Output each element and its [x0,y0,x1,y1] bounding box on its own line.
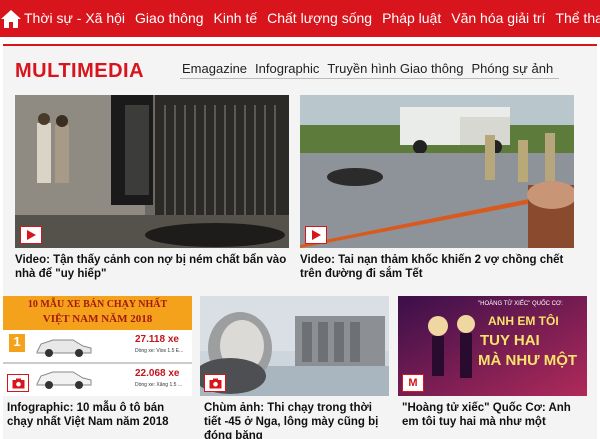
nav-item-phap-luat[interactable]: Pháp luật [377,0,446,37]
poster-line-2: TUY HAI [480,332,540,349]
nav-item-giao-thong[interactable]: Giao thông [130,0,209,37]
poster-line-3: MÀ NHƯ MỘT [478,352,578,369]
infographic-value-1: 27.118 xe [135,334,179,345]
card-caption[interactable]: Chùm ảnh: Thi chạy trong thời tiết -45 ở… [204,401,386,439]
infographic-rank-1: 1 [9,334,25,352]
nav-item-van-hoa[interactable]: Văn hóa giải trí [446,0,550,37]
infographic-note-1: Dòng xe: Vios 1.5 E... [135,348,184,354]
infographic-headline-2: VIỆT NAM NĂM 2018 [42,313,153,325]
subnav-phong-su-anh[interactable]: Phóng sự ảnh [469,61,560,79]
section-subnav: Emagazine Infographic Truyền hình Giao t… [180,61,560,79]
infographic-thumbnail[interactable]: 10 MẪU XE BÁN CHẠY NHẤT VIỆT NAM NĂM 201… [3,296,192,396]
infographic-value-2: 22.068 xe [135,368,180,379]
play-icon[interactable] [20,226,42,244]
subnav-infographic[interactable]: Infographic [253,61,326,79]
video-card[interactable]: Video: Tai nạn thảm khốc khiến 2 vợ chồn… [300,95,574,285]
nav-item-chat-luong-song[interactable]: Chất lượng sống [262,0,377,37]
camera-icon[interactable] [7,374,29,392]
emagazine-card[interactable]: "HOÀNG TỬ XIẾC" QUỐC CƠ: ANH EM TÔI TUY … [398,296,587,439]
video-caption[interactable]: Video: Tận thấy cảnh con nợ bị ném chất … [15,253,289,281]
poster-top-text: "HOÀNG TỬ XIẾC" QUỐC CƠ: [478,301,563,307]
poster-thumbnail[interactable]: "HOÀNG TỬ XIẾC" QUỐC CƠ: ANH EM TÔI TUY … [398,296,587,396]
nav-item-thoi-su[interactable]: Thời sự - Xã hội [22,0,130,37]
photo-thumbnail[interactable] [200,296,389,396]
video-thumbnail[interactable] [300,95,574,248]
section-title[interactable]: MULTIMEDIA [15,60,144,83]
nav-item-kinh-te[interactable]: Kinh tế [209,0,263,37]
card-caption[interactable]: "Hoàng tử xiếc" Quốc Cơ: Anh em tôi tuy … [402,401,584,429]
emagazine-icon[interactable]: M [402,374,424,392]
home-icon[interactable] [0,0,22,37]
multimedia-panel: MULTIMEDIA Emagazine Infographic Truyền … [3,44,597,439]
subnav-emagazine[interactable]: Emagazine [180,61,254,79]
poster-line-1: ANH EM TÔI [488,314,559,328]
video-card[interactable]: Video: Tận thấy cảnh con nợ bị ném chất … [15,95,289,285]
play-icon[interactable] [305,226,327,244]
car-image [33,336,93,363]
nav-item-the-thao[interactable]: Thể thao [550,0,600,37]
photo-card[interactable]: Chùm ảnh: Thi chạy trong thời tiết -45 ở… [200,296,389,439]
subnav-truyen-hinh[interactable]: Truyền hình Giao thông [325,61,470,79]
infographic-note-2: Dòng xe: Xăng 1.5 ... [135,382,182,388]
top-navigation: Thời sự - Xã hội Giao thông Kinh tế Chất… [0,0,600,37]
car-image [33,368,93,395]
infographic-card[interactable]: 10 MẪU XE BÁN CHẠY NHẤT VIỆT NAM NĂM 201… [3,296,192,439]
card-caption[interactable]: Infographic: 10 mẫu ô tô bán chạy nhất V… [7,401,189,429]
camera-icon[interactable] [204,374,226,392]
video-caption[interactable]: Video: Tai nạn thảm khốc khiến 2 vợ chồn… [300,253,574,281]
video-thumbnail[interactable] [15,95,289,248]
infographic-headline-1: 10 MẪU XE BÁN CHẠY NHẤT [27,299,168,310]
